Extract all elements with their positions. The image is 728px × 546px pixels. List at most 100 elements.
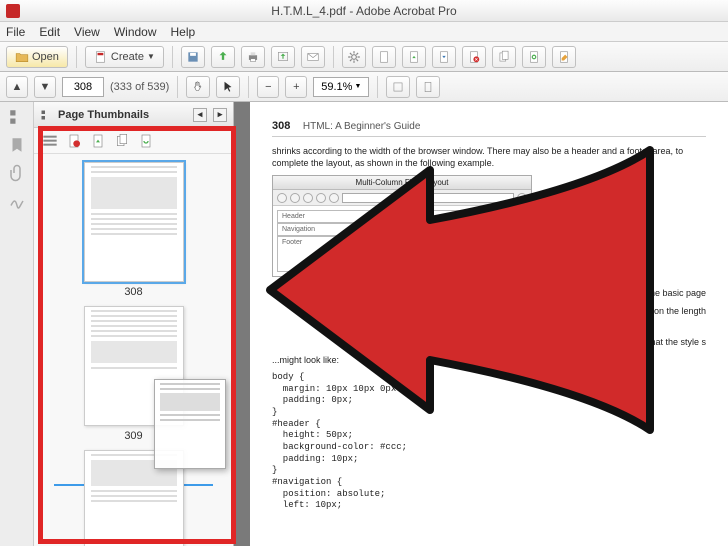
- tool-button-6[interactable]: [522, 46, 546, 68]
- menu-help[interactable]: Help: [171, 25, 196, 39]
- browser-toolbar: [273, 190, 531, 206]
- folder-icon: [15, 50, 29, 64]
- thumbnails-list[interactable]: 308 309 310: [34, 154, 233, 546]
- tool-button-7[interactable]: [552, 46, 576, 68]
- minus-icon: −: [265, 81, 271, 93]
- fit-width-button[interactable]: [386, 76, 410, 98]
- layout-content: Content: [360, 223, 443, 236]
- paragraph: ...page layout, the following shows what…: [272, 336, 706, 348]
- thumbnails-panel: Page Thumbnails ◂ ▸ 308 309 310: [34, 102, 234, 546]
- paragraph: shrinks according to the width of the br…: [272, 145, 706, 169]
- select-tool-button[interactable]: [216, 76, 240, 98]
- tool-button-2[interactable]: [402, 46, 426, 68]
- window-title: H.T.M.L_4.pdf - Adobe Acrobat Pro: [271, 4, 456, 18]
- paperclip-icon: [8, 164, 26, 182]
- tool-button-3[interactable]: [432, 46, 456, 68]
- page-header-title: HTML: A Beginner's Guide: [303, 121, 421, 132]
- cursor-icon: [221, 80, 235, 94]
- pdf-page: 308 HTML: A Beginner's Guide shrinks acc…: [250, 102, 728, 546]
- bookmarks-tab[interactable]: [8, 136, 26, 154]
- menu-bar: File Edit View Window Help: [0, 22, 728, 42]
- page-arrow-icon: [407, 50, 421, 64]
- extract-page-icon[interactable]: [114, 133, 130, 149]
- side-strip: [0, 102, 34, 546]
- plus-icon: +: [293, 81, 299, 93]
- document-area[interactable]: 308 HTML: A Beginner's Guide shrinks acc…: [234, 102, 728, 546]
- chevron-down-icon: ▼: [147, 52, 155, 61]
- page-count: (333 of 539): [110, 81, 169, 93]
- thumbnails-tab[interactable]: [8, 108, 26, 126]
- menu-window[interactable]: Window: [114, 25, 157, 39]
- menu-view[interactable]: View: [74, 25, 100, 39]
- signatures-tab[interactable]: [8, 192, 26, 210]
- page-down-icon: [437, 50, 451, 64]
- options-icon[interactable]: [42, 133, 58, 149]
- thumbnail-label: 308: [124, 286, 142, 298]
- page-down-button[interactable]: ▼: [34, 76, 56, 98]
- arrow-down-icon: ▼: [40, 81, 51, 93]
- tool-button-4[interactable]: [462, 46, 486, 68]
- hand-icon: [191, 80, 205, 94]
- panel-icon: [40, 109, 52, 121]
- email-button[interactable]: [301, 46, 325, 68]
- thumbnail-308[interactable]: 308: [79, 162, 189, 298]
- panel-toolbar: [34, 128, 233, 154]
- save-button[interactable]: [181, 46, 205, 68]
- acrobat-icon: [6, 4, 20, 18]
- browser-mockup: Multi-Column Fluid Layout Header Navigat…: [272, 175, 532, 277]
- replace-page-icon[interactable]: [138, 133, 154, 149]
- title-bar: H.T.M.L_4.pdf - Adobe Acrobat Pro: [0, 0, 728, 22]
- signature-icon: [8, 192, 26, 210]
- open-label: Open: [32, 51, 59, 63]
- print-button[interactable]: [241, 46, 265, 68]
- layout-header: Header: [277, 210, 527, 223]
- zoom-in-button[interactable]: +: [285, 76, 307, 98]
- paragraph: ...point to help you build the basic pag…: [272, 287, 706, 299]
- export-icon: [216, 50, 230, 64]
- share-icon: [276, 50, 290, 64]
- menu-edit[interactable]: Edit: [39, 25, 60, 39]
- page-up-button[interactable]: ▲: [6, 76, 28, 98]
- thumbnails-icon: [8, 108, 26, 126]
- open-button[interactable]: Open: [6, 46, 68, 68]
- page-copy-icon: [497, 50, 511, 64]
- dragging-thumbnail: [154, 379, 226, 469]
- rotate-page-icon[interactable]: [90, 133, 106, 149]
- zoom-select[interactable]: 59.1%▼: [313, 77, 369, 97]
- print-icon: [246, 50, 260, 64]
- page-icon: [377, 50, 391, 64]
- page-number: 308: [272, 120, 290, 132]
- fit-page-icon: [421, 80, 435, 94]
- panel-title: Page Thumbnails: [58, 109, 149, 121]
- panel-next-button[interactable]: ▸: [213, 108, 227, 122]
- page-refresh-icon: [527, 50, 541, 64]
- tool-button-5[interactable]: [492, 46, 516, 68]
- page-edit-icon: [557, 50, 571, 64]
- fit-page-button[interactable]: [416, 76, 440, 98]
- bookmark-icon: [8, 136, 26, 154]
- menu-file[interactable]: File: [6, 25, 25, 39]
- separator: [177, 76, 178, 98]
- gear-icon: [347, 50, 361, 64]
- code-block: body { margin: 10px 10px 0px 10px; paddi…: [272, 372, 706, 512]
- share-button[interactable]: [271, 46, 295, 68]
- zoom-out-button[interactable]: −: [257, 76, 279, 98]
- settings-button[interactable]: [342, 46, 366, 68]
- tool-button-1[interactable]: [372, 46, 396, 68]
- chevron-down-icon: ▼: [354, 83, 361, 90]
- hand-tool-button[interactable]: [186, 76, 210, 98]
- create-button[interactable]: Create ▼: [85, 46, 164, 68]
- page-number-input[interactable]: [62, 77, 104, 97]
- export-button[interactable]: [211, 46, 235, 68]
- panel-prev-button[interactable]: ◂: [193, 108, 207, 122]
- delete-page-icon[interactable]: [66, 133, 82, 149]
- layout-nav: Navigation: [277, 223, 360, 236]
- page-delete-icon: [467, 50, 481, 64]
- mail-icon: [306, 50, 320, 64]
- paragraph: stylesheet somewhat, depending on the le…: [272, 305, 706, 317]
- thumbnail-label: 309: [124, 430, 142, 442]
- save-icon: [186, 50, 200, 64]
- nav-toolbar: ▲ ▼ (333 of 539) − + 59.1%▼: [0, 72, 728, 102]
- attachments-tab[interactable]: [8, 164, 26, 182]
- create-icon: [94, 50, 108, 64]
